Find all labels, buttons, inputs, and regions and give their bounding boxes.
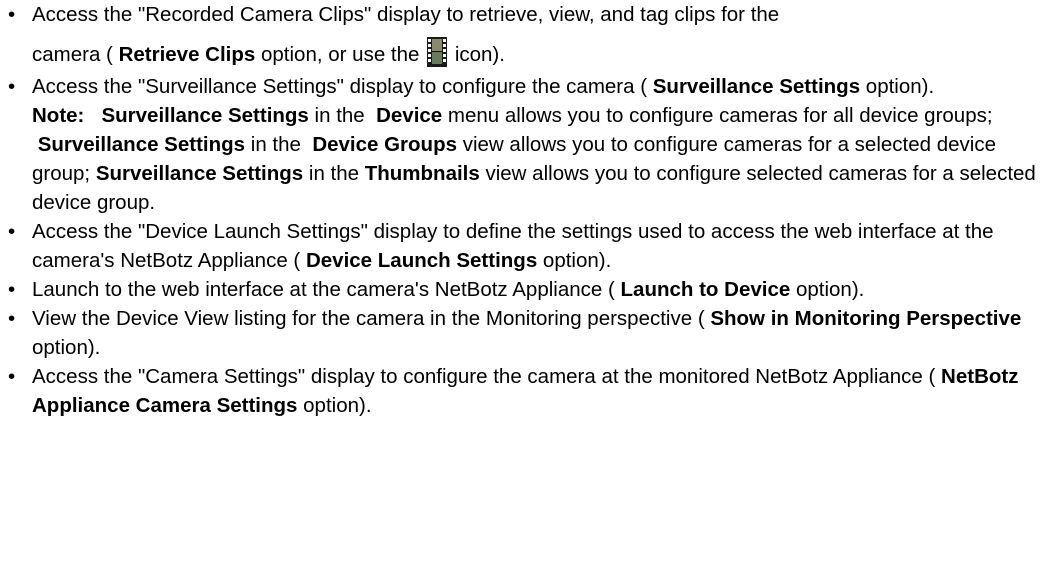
list-item-launch-to-device: • Launch to the web interface at the cam… [0, 275, 1040, 304]
bullet-marker: • [8, 3, 16, 26]
surveillance-settings-option: Surveillance Settings [652, 75, 861, 98]
bullet-marker: • [8, 220, 16, 243]
bullet-marker: • [8, 307, 16, 330]
bullet-list: • Access the "Recorded Camera Clips" dis… [0, 0, 1040, 417]
retrieve-clips-option: Retrieve Clips [118, 43, 256, 66]
list-item-surveillance-settings: • Access the "Surveillance Settings" dis… [0, 72, 1040, 217]
list-item-retrieve-clips: • Access the "Recorded Camera Clips" dis… [0, 0, 1040, 69]
device-launch-settings-option: Device Launch Settings [305, 249, 538, 272]
list-item-show-in-monitoring: • View the Device View listing for the c… [0, 304, 1040, 362]
note-label: Note: [32, 104, 85, 127]
film-strip-icon [427, 37, 448, 67]
launch-to-device-option: Launch to Device [620, 278, 791, 301]
list-item-device-launch-settings: • Access the "Device Launch Settings" di… [0, 217, 1040, 275]
bullet-marker: • [8, 365, 16, 388]
item-text-line1: Access the "Recorded Camera Clips" displ… [32, 3, 780, 26]
document-body: • Access the "Recorded Camera Clips" dis… [0, 0, 1040, 417]
bullet-marker: • [8, 75, 16, 98]
note-block: Note: Surveillance Settings in the Devic… [32, 104, 1036, 214]
show-in-monitoring-option: Show in Monitoring Perspective [710, 307, 1022, 330]
list-item-camera-settings: • Access the "Camera Settings" display t… [0, 362, 1040, 420]
item-text-line2: camera ( Retrieve Clips option, or use t… [32, 37, 505, 69]
bullet-marker: • [8, 278, 16, 301]
